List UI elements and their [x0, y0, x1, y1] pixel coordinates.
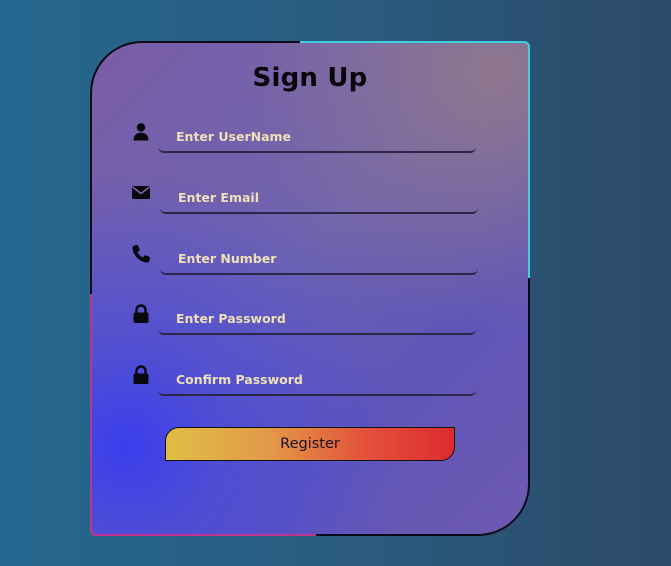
username-row: [130, 121, 480, 161]
phone-icon: [130, 243, 152, 265]
confirm-password-input[interactable]: [158, 364, 476, 396]
email-input[interactable]: [160, 182, 478, 214]
envelope-icon: [130, 182, 152, 204]
username-input[interactable]: [158, 121, 476, 153]
confirm-password-row: [130, 364, 480, 404]
signup-card: Sign Up Enter UserName Enter Email Enter…: [90, 41, 530, 536]
email-row: [130, 182, 480, 222]
password-input[interactable]: [158, 303, 476, 335]
password-row: [130, 303, 480, 343]
page-title: Sign Up: [252, 63, 368, 93]
lock-icon: [130, 364, 152, 386]
number-row: [130, 243, 480, 283]
register-button[interactable]: Register: [165, 427, 455, 461]
user-icon: [130, 121, 152, 143]
lock-icon: [130, 303, 152, 325]
number-input[interactable]: [160, 243, 478, 275]
